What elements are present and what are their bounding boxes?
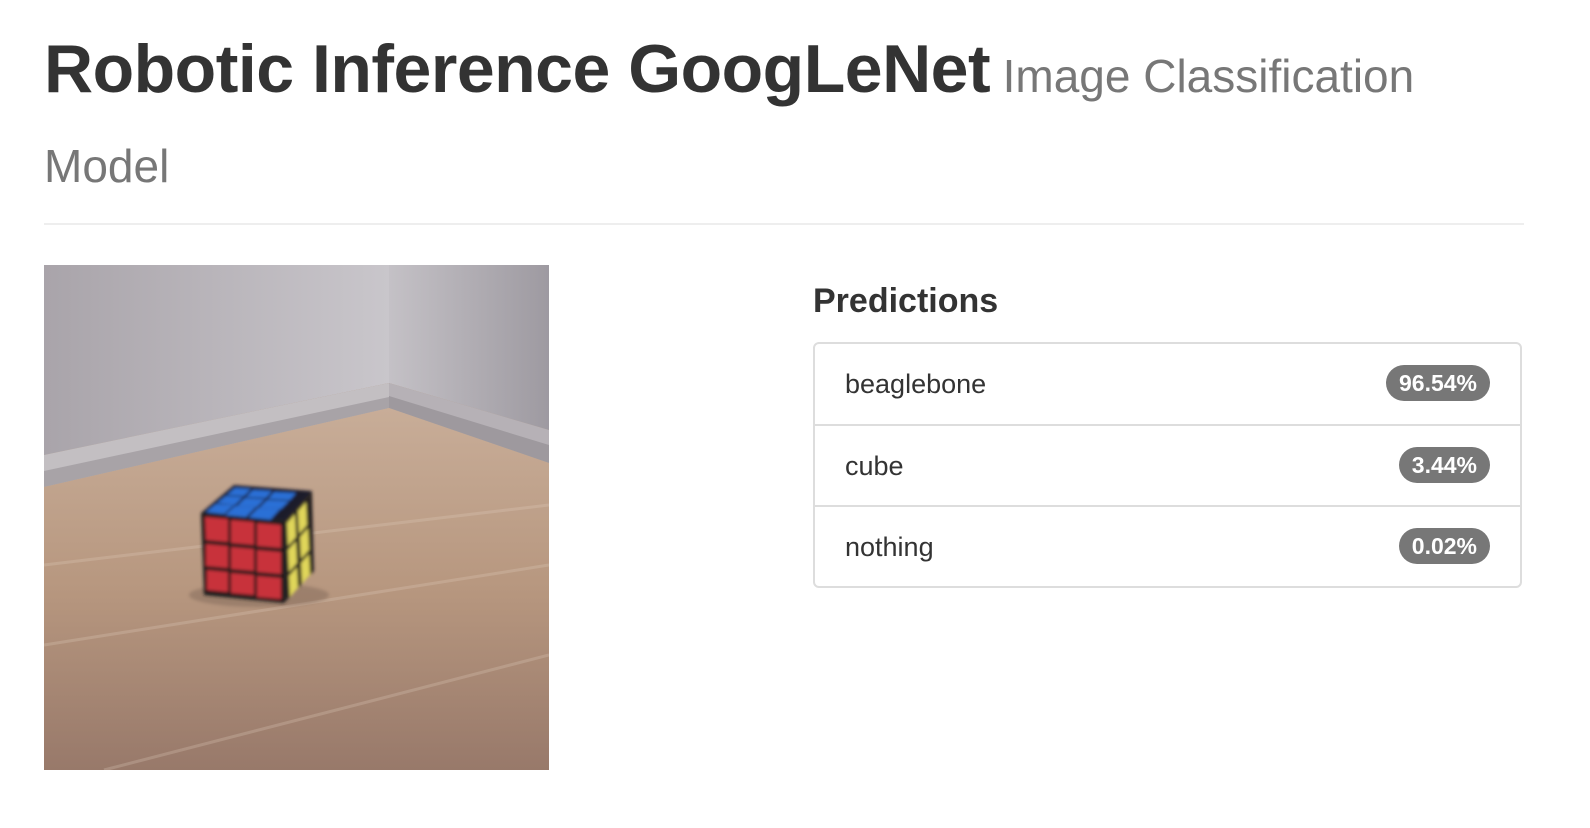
percent-badge: 3.44% (1398, 447, 1490, 483)
input-image (44, 265, 549, 770)
predictions-heading: Predictions (813, 282, 999, 320)
prediction-label: cube (845, 451, 904, 481)
predictions-list: beaglebone 96.54% cube 3.44% nothing 0.0… (813, 342, 1522, 588)
page-header: Robotic Inference GoogLeNet Image Classi… (44, 30, 1524, 217)
percent-badge: 0.02% (1398, 528, 1490, 564)
prediction-label: nothing (845, 532, 934, 562)
page: Robotic Inference GoogLeNet Image Classi… (0, 0, 1590, 828)
header-divider (44, 223, 1524, 225)
percent-badge: 96.54% (1385, 365, 1490, 401)
page-title: Robotic Inference GoogLeNet (44, 31, 991, 107)
rubiks-cube-photo (44, 265, 549, 770)
list-item: cube 3.44% (815, 424, 1520, 505)
list-item: beaglebone 96.54% (815, 344, 1520, 424)
prediction-label: beaglebone (845, 369, 987, 399)
list-item: nothing 0.02% (815, 505, 1520, 586)
